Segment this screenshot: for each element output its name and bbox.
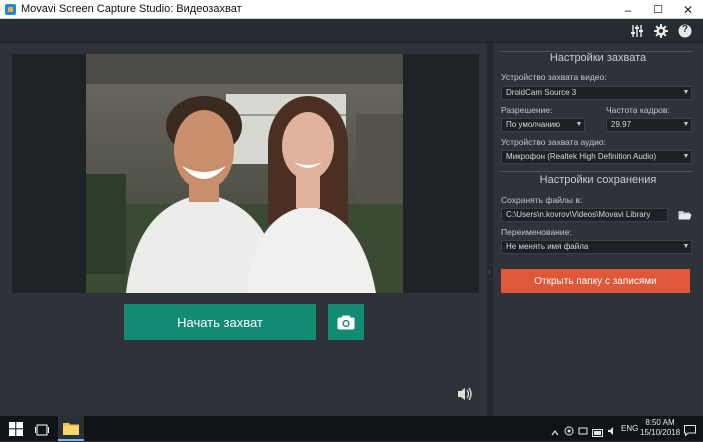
- save-path-value: C:\Users\n.kovrov\Videos\Movavi Library: [506, 210, 651, 219]
- taskbar: ENG 8:50 AM 15/10/2018: [0, 416, 703, 441]
- framerate-value: 29.97: [611, 120, 632, 129]
- windows-start-icon[interactable]: [9, 422, 23, 436]
- sync-icon[interactable]: [578, 423, 588, 435]
- speaker-icon[interactable]: [456, 386, 474, 402]
- language-indicator[interactable]: ENG: [621, 424, 638, 433]
- help-icon[interactable]: ?: [676, 22, 694, 40]
- screenshot-button[interactable]: [328, 304, 364, 340]
- settings-panel: Настройки захвата Устройство захвата вид…: [493, 43, 703, 416]
- app-logo-icon: [5, 4, 16, 15]
- audio-device-label: Устройство захвата аудио:: [501, 137, 606, 147]
- folder-icon: [63, 423, 79, 435]
- audio-device-select[interactable]: Микрофон (Realtek High Definition Audio)…: [501, 150, 692, 164]
- folder-icon[interactable]: [678, 208, 692, 220]
- audio-device-value: Микрофон (Realtek High Definition Audio): [506, 152, 657, 161]
- close-button[interactable]: ✕: [673, 0, 703, 19]
- framerate-label: Частота кадров:: [606, 105, 670, 115]
- camera-icon: [337, 315, 355, 329]
- rename-value: Не менять имя файла: [506, 242, 589, 251]
- help-glyph: ?: [681, 24, 689, 35]
- open-recordings-folder-button[interactable]: Открыть папку с записями: [501, 269, 690, 293]
- splitter-handle-icon: ›: [488, 267, 491, 276]
- video-device-label: Устройство захвата видео:: [501, 72, 607, 82]
- resolution-select[interactable]: По умолчанию ▼: [501, 118, 585, 132]
- volume-icon[interactable]: [607, 423, 617, 435]
- equalizer-icon[interactable]: [628, 22, 646, 40]
- chevron-down-icon: ▼: [682, 121, 690, 128]
- save-path-input[interactable]: C:\Users\n.kovrov\Videos\Movavi Library: [501, 208, 668, 222]
- video-device-select[interactable]: DroidCam Source 3 ▼: [501, 86, 692, 100]
- network-icon[interactable]: [564, 423, 574, 436]
- rename-label: Переименование:: [501, 227, 572, 237]
- resolution-label: Разрешение:: [501, 105, 553, 115]
- chevron-down-icon: ▼: [682, 153, 690, 160]
- file-explorer-taskbar-item[interactable]: [58, 416, 84, 441]
- minimize-button[interactable]: –: [613, 0, 643, 19]
- clock-date[interactable]: 15/10/2018: [640, 428, 680, 437]
- start-capture-button[interactable]: Начать захват: [124, 304, 316, 340]
- window-title: Movavi Screen Capture Studio: Видеозахва…: [21, 3, 242, 15]
- framerate-select[interactable]: 29.97 ▼: [606, 118, 692, 132]
- notifications-icon[interactable]: [684, 423, 696, 437]
- chevron-up-icon[interactable]: [551, 424, 559, 436]
- capture-settings-title: Настройки захвата: [549, 52, 647, 64]
- task-view-icon[interactable]: [35, 423, 49, 436]
- rename-select[interactable]: Не менять имя файла ▼: [501, 240, 692, 254]
- webcam-preview: [86, 54, 403, 293]
- save-settings-title: Настройки сохранения: [539, 174, 657, 186]
- chevron-down-icon: ▼: [575, 121, 583, 128]
- maximize-button[interactable]: ☐: [643, 0, 673, 19]
- chevron-down-icon: ▼: [682, 89, 690, 96]
- save-path-label: Сохранять файлы в:: [501, 195, 583, 205]
- gear-icon[interactable]: [652, 22, 670, 40]
- section-divider: [501, 171, 693, 172]
- chevron-down-icon: ▼: [682, 243, 690, 250]
- clock-time[interactable]: 8:50 AM: [643, 418, 677, 427]
- title-bar: Movavi Screen Capture Studio: Видеозахва…: [0, 0, 703, 19]
- toolbar: ?: [0, 19, 703, 43]
- battery-icon[interactable]: [592, 424, 604, 437]
- video-device-value: DroidCam Source 3: [506, 88, 577, 97]
- resolution-value: По умолчанию: [506, 120, 561, 129]
